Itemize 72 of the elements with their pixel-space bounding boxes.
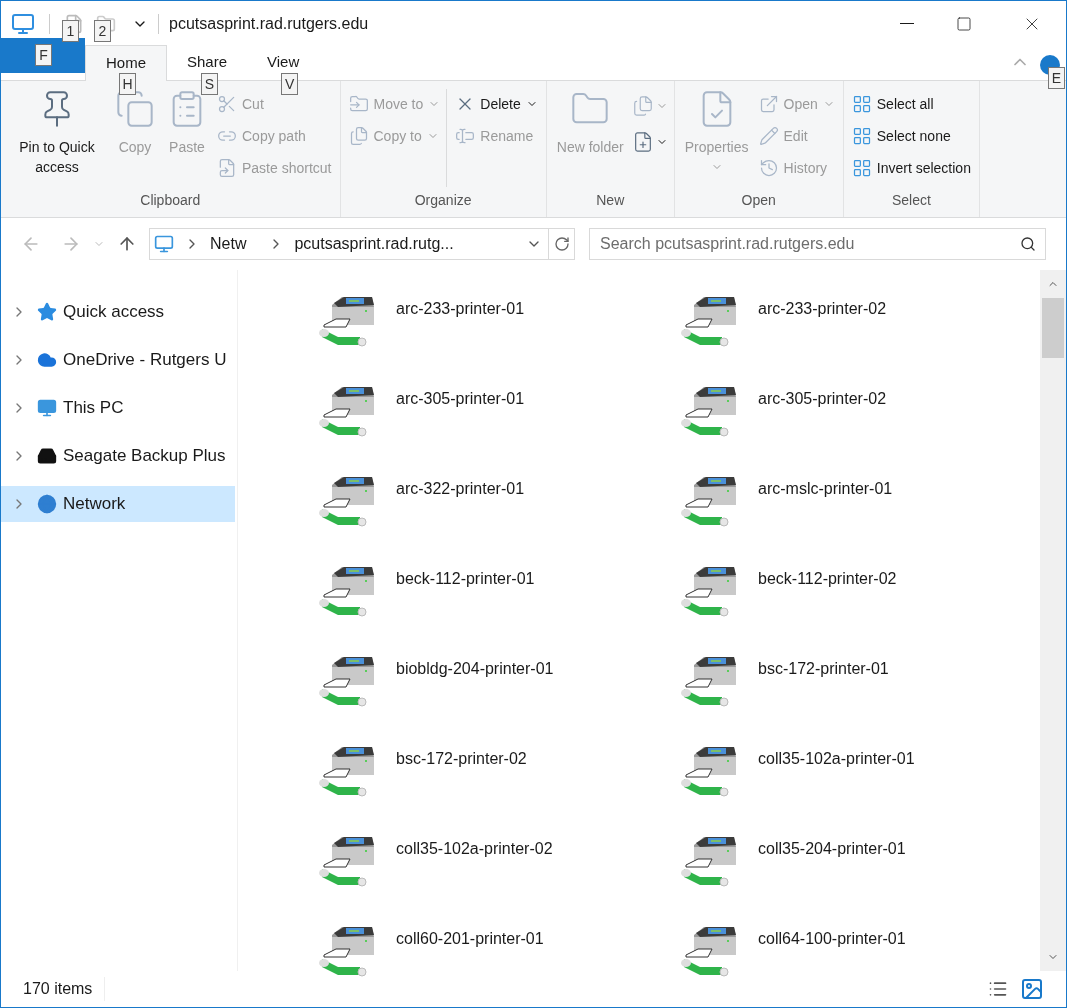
- keytip: H: [119, 73, 136, 95]
- printer-name[interactable]: coll35-102a-printer-01: [758, 747, 915, 771]
- breadcrumb[interactable]: Netw: [210, 232, 247, 256]
- scrollbar[interactable]: [1040, 270, 1066, 971]
- maximize-icon: [956, 15, 972, 32]
- printer-name[interactable]: beck-112-printer-02: [758, 567, 897, 591]
- files-icon: [348, 126, 369, 146]
- printer-name[interactable]: coll35-204-printer-01: [758, 837, 906, 861]
- details-view-icon[interactable]: [988, 979, 1008, 999]
- keytip: F: [35, 44, 52, 66]
- grid-icon: [851, 126, 872, 146]
- computer-icon: [37, 398, 57, 418]
- printer-name[interactable]: arc-322-printer-01: [396, 477, 525, 501]
- ribbon-button[interactable]: Delete: [453, 91, 540, 117]
- sidebar-item[interactable]: Quick access: [1, 294, 235, 330]
- keytip: E: [1048, 67, 1065, 89]
- large-icons-view-icon[interactable]: [1020, 977, 1044, 1001]
- sidebar-item[interactable]: OneDrive - Rutgers U: [1, 342, 235, 378]
- ribbon-button[interactable]: Invert selection: [849, 155, 973, 181]
- printer-name[interactable]: coll60-201-printer-01: [396, 927, 544, 951]
- scissors-icon: [217, 94, 237, 114]
- grid-icon: [851, 158, 872, 178]
- star-icon: [37, 302, 57, 322]
- computer-icon: [154, 234, 174, 254]
- ribbon-button[interactable]: Pin to Quick access: [7, 89, 107, 177]
- text-cursor-icon: [455, 126, 476, 146]
- printer-name[interactable]: arc-233-printer-01: [396, 297, 525, 321]
- folder-arrow-icon: [348, 94, 369, 114]
- group-label: Organize: [413, 191, 473, 210]
- keytip: 2: [94, 19, 111, 42]
- open-icon: [758, 94, 779, 114]
- keytip: 1: [62, 19, 79, 42]
- keytip: S: [201, 73, 218, 95]
- printer-name[interactable]: arc-233-printer-02: [758, 297, 887, 321]
- minimize-icon: [900, 23, 914, 24]
- item-count: 170 items: [23, 977, 106, 1001]
- search-icon[interactable]: [1020, 236, 1036, 252]
- window-title: pcutsasprint.rad.rutgers.edu: [169, 13, 369, 34]
- scroll-thumb[interactable]: [1042, 298, 1064, 358]
- printer-name[interactable]: beck-112-printer-01: [396, 567, 535, 591]
- computer-icon: [11, 11, 35, 36]
- grid-icon: [851, 94, 872, 114]
- group-label: Open: [740, 191, 777, 210]
- group-label: Clipboard: [139, 191, 202, 210]
- drive-icon: [37, 446, 57, 466]
- printer-name[interactable]: coll64-100-printer-01: [758, 927, 906, 951]
- printer-name[interactable]: arc-mslc-printer-01: [758, 477, 893, 501]
- address-field[interactable]: Netw pcutsasprint.rad.rutg...: [149, 228, 575, 260]
- printer-name[interactable]: arc-305-printer-01: [396, 387, 525, 411]
- sidebar-item[interactable]: Seagate Backup Plus: [1, 438, 235, 474]
- printer-name[interactable]: coll35-102a-printer-02: [396, 837, 553, 861]
- sidebar-item[interactable]: Network: [1, 486, 235, 522]
- sidebar-item[interactable]: This PC: [1, 390, 235, 426]
- ribbon-button[interactable]: Select all: [849, 91, 973, 117]
- ribbon-button[interactable]: Select none: [849, 123, 973, 149]
- cloud-icon: [37, 350, 57, 370]
- files-icon: [631, 95, 654, 117]
- file-shortcut-icon: [217, 158, 237, 178]
- printer-name[interactable]: bsc-172-printer-01: [758, 657, 889, 681]
- printer-name[interactable]: biobldg-204-printer-01: [396, 657, 554, 681]
- pencil-icon: [758, 126, 779, 146]
- breadcrumb[interactable]: pcutsasprint.rad.rutg...: [294, 232, 454, 256]
- refresh-icon: [553, 236, 570, 252]
- printer-name[interactable]: bsc-172-printer-02: [396, 747, 527, 771]
- printer-name[interactable]: arc-305-printer-02: [758, 387, 887, 411]
- folder-icon[interactable]: [96, 13, 116, 34]
- copy-icon: [115, 89, 155, 129]
- group-label: Select: [890, 191, 932, 210]
- group-label: New: [595, 191, 626, 210]
- keytip: V: [281, 73, 299, 95]
- search-field[interactable]: Search pcutsasprint.rad.rutgers.edu: [589, 228, 1046, 260]
- history-icon: [758, 158, 779, 178]
